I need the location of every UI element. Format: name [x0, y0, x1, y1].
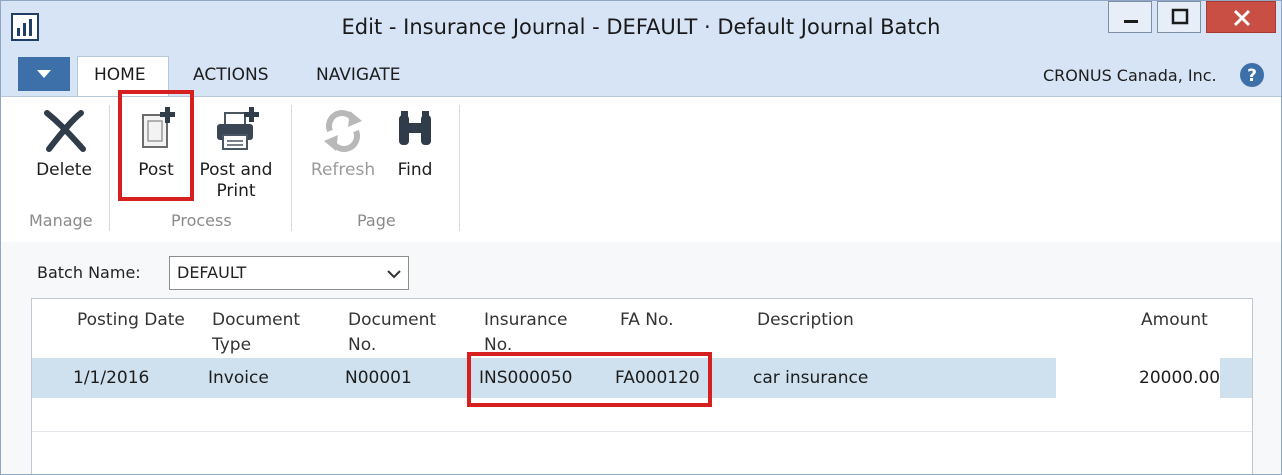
find-label: Find — [397, 160, 433, 180]
refresh-button[interactable]: Refresh — [307, 101, 379, 181]
column-header-document-type-line2: Type — [212, 335, 252, 355]
cell-document-type[interactable]: Invoice — [208, 368, 269, 388]
post-and-print-label-line2: Print — [216, 181, 256, 201]
maximize-icon — [1171, 8, 1189, 25]
minimize-icon — [1124, 20, 1138, 23]
dropdown-triangle-icon — [37, 70, 51, 78]
post-and-print-button[interactable]: Post and Print — [197, 101, 275, 202]
binoculars-icon — [399, 111, 431, 145]
column-header-document-type[interactable]: Document Type — [212, 308, 300, 358]
ribbon-separator — [291, 105, 292, 231]
column-header-insurance-no-line1: Insurance — [484, 310, 568, 330]
column-header-fa-no[interactable]: FA No. — [620, 308, 673, 333]
ribbon-separator — [109, 105, 110, 231]
refresh-label: Refresh — [310, 160, 376, 180]
column-header-posting-date[interactable]: Posting Date — [77, 308, 185, 333]
column-header-document-no-line2: No. — [348, 335, 377, 355]
cell-amount[interactable]: 20000.00 — [1139, 368, 1220, 388]
group-label-page: Page — [357, 211, 396, 230]
delete-x-icon — [44, 110, 86, 152]
chevron-down-icon — [387, 270, 401, 279]
cell-document-no[interactable]: N00001 — [345, 368, 412, 388]
batch-name-label: Batch Name: — [37, 263, 141, 282]
window-title: Edit - Insurance Journal - DEFAULT · Def… — [341, 15, 941, 39]
help-icon[interactable]: ? — [1239, 62, 1265, 88]
empty-row-divider — [32, 431, 1252, 432]
refresh-icon — [324, 110, 362, 152]
journal-window: Edit - Insurance Journal - DEFAULT · Def… — [0, 0, 1282, 475]
group-label-manage: Manage — [29, 211, 93, 230]
ribbon-separator — [459, 105, 460, 231]
printer-icon — [217, 107, 259, 150]
cell-posting-date[interactable]: 1/1/2016 — [73, 368, 149, 388]
company-name: CRONUS Canada, Inc. — [1043, 66, 1217, 85]
post-and-print-label-line1: Post and — [199, 160, 273, 180]
column-header-amount[interactable]: Amount — [1141, 308, 1208, 333]
cell-description[interactable]: car insurance — [753, 368, 868, 388]
close-icon — [1233, 9, 1251, 27]
column-header-insurance-no[interactable]: Insurance No. — [484, 308, 567, 358]
column-header-document-no[interactable]: Document No. — [348, 308, 436, 358]
maximize-button[interactable] — [1157, 1, 1201, 33]
column-header-document-type-line1: Document — [212, 310, 301, 330]
close-button[interactable] — [1206, 1, 1276, 33]
delete-button[interactable]: Delete — [29, 101, 99, 181]
batch-name-select[interactable]: DEFAULT — [169, 256, 409, 290]
tab-navigate[interactable]: NAVIGATE — [316, 65, 401, 85]
column-header-document-no-line1: Document — [348, 310, 437, 330]
minimize-button[interactable] — [1108, 1, 1152, 33]
tab-actions[interactable]: ACTIONS — [193, 65, 269, 85]
application-menu-button[interactable] — [18, 57, 70, 91]
delete-label: Delete — [36, 160, 92, 180]
tab-home[interactable]: HOME — [94, 65, 146, 85]
insurance-fa-highlight — [467, 352, 712, 407]
find-button[interactable]: Find — [389, 101, 441, 181]
group-label-process: Process — [171, 211, 232, 230]
batch-name-value: DEFAULT — [177, 263, 247, 282]
column-header-description[interactable]: Description — [757, 308, 854, 333]
svg-text:?: ? — [1247, 66, 1257, 86]
post-button-highlight — [118, 90, 194, 201]
